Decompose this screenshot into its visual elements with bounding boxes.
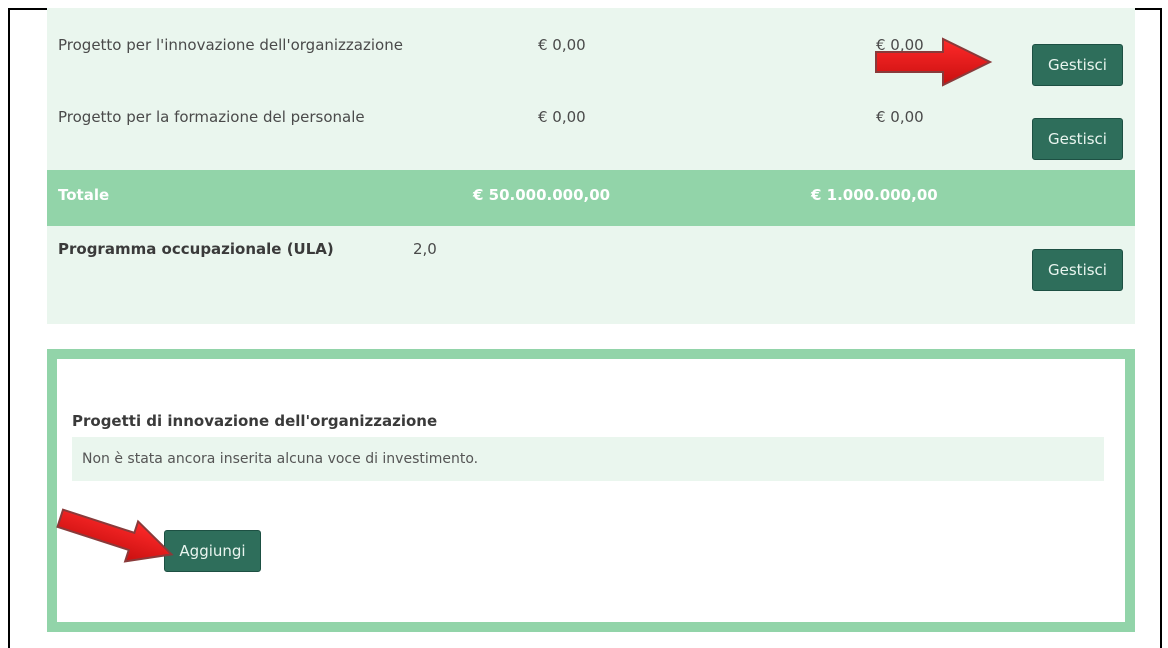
row-amount-1: € 0,00: [538, 36, 586, 54]
gestisci-button-formazione[interactable]: Gestisci: [1032, 118, 1123, 160]
section-title: Progetti di innovazione dell'organizzazi…: [72, 412, 438, 430]
total-label: Totale: [58, 186, 110, 204]
table-row: Progetto per la formazione del personale…: [47, 86, 1135, 170]
total-amount-1: € 50.000.000,00: [473, 186, 611, 204]
empty-message: Non è stata ancora inserita alcuna voce …: [72, 437, 1104, 481]
gestisci-button-innovazione[interactable]: Gestisci: [1032, 44, 1123, 86]
total-amount-2: € 1.000.000,00: [811, 186, 938, 204]
row-amount-1: € 0,00: [538, 108, 586, 126]
red-arrow-icon: [875, 37, 993, 87]
row-label: Progetto per la formazione del personale: [58, 108, 365, 126]
red-arrow-icon: [56, 508, 174, 563]
row-amount-2: € 0,00: [876, 108, 924, 126]
row-label: Progetto per l'innovazione dell'organizz…: [58, 36, 403, 54]
innovation-projects-section: Progetti di innovazione dell'organizzazi…: [47, 349, 1135, 632]
occupational-label: Programma occupazionale (ULA): [58, 240, 334, 258]
occupational-value: 2,0: [413, 240, 437, 258]
gestisci-button-occupazionale[interactable]: Gestisci: [1032, 249, 1123, 291]
total-row: Totale € 50.000.000,00 € 1.000.000,00: [47, 170, 1135, 226]
occupational-row: Programma occupazionale (ULA) 2,0 Gestis…: [47, 226, 1135, 324]
